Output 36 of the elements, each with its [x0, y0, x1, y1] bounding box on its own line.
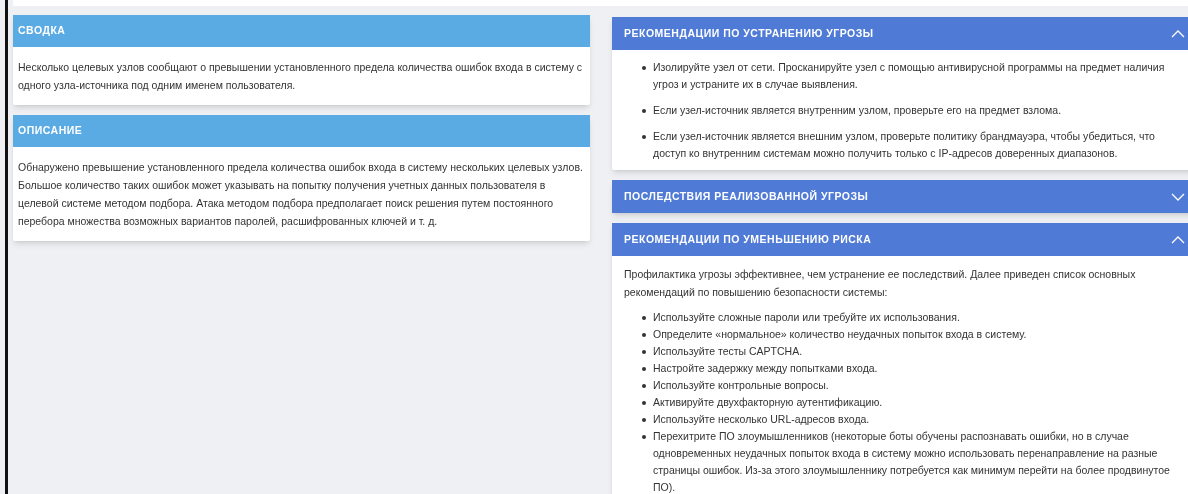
- bullet-icon: [642, 109, 646, 113]
- bullet-icon: [642, 384, 646, 388]
- bullet-text: Используйте тесты CAPTCHA.: [653, 344, 803, 359]
- panel-header: ОПИСАНИЕ: [13, 115, 590, 147]
- chevron-down-icon: [1171, 192, 1185, 201]
- bullet-text: Изолируйте узел от сети. Просканируйте узел с помощью антивирусной программы на предмет наличия угроз и устраните их в случае выявления.: [653, 60, 1166, 92]
- bullet-icon: [642, 350, 646, 354]
- section-title: РЕКОМЕНДАЦИИ ПО УМЕНЬШЕНИЮ РИСКА: [624, 231, 872, 247]
- section-title: РЕКОМЕНДАЦИИ ПО УСТРАНЕНИЮ УГРОЗЫ: [624, 25, 874, 41]
- bullet-text: Активируйте двухфакторную аутентификацию.: [653, 395, 883, 410]
- bullet-text: Настройте задержку между попытками входа.: [653, 361, 878, 376]
- bullet-icon: [642, 401, 646, 405]
- chevron-up-icon: [1171, 29, 1185, 38]
- chevron-up-icon: [1171, 235, 1185, 244]
- panel-text: Обнаружено превышение установленного предела количества ошибок входа в систему нескольких целевых узлов. Большое количество таких ошибок может указывать на попытку получения учетных данных пользователя в целевой системе методом подбора. Атака методом подбора предполагает поиск решения путем постоянного перебора множества возможных вариантов паролей, расшифрованных ключей и т. д.: [17, 160, 584, 229]
- bullet-icon: [642, 333, 646, 337]
- accordion-header[interactable]: ПОСЛЕДСТВИЯ РЕАЛИЗОВАННОЙ УГРОЗЫ: [612, 180, 1188, 213]
- bullet-icon: [642, 367, 646, 371]
- bullet-icon: [642, 66, 646, 70]
- bullet-text: Если узел-источник является внешним узлом, проверьте политику брандмауэра, чтобы убедиться, что доступ ко внутренним системам можно получить только с IP-адресов доверенных диапазонов.: [653, 129, 1156, 161]
- section-title: ПОСЛЕДСТВИЯ РЕАЛИЗОВАННОЙ УГРОЗЫ: [624, 188, 869, 204]
- bullet-text: Определите «нормальное» количество неудачных попыток входа в систему.: [653, 327, 1027, 342]
- bullet-text: Перехитрите ПО злоумышленников (некоторые боты обучены распознавать ошибки, но в случае одновременных неудачных попыток входа в систему можно использовать перенаправление на разные страницы ошибок. Из-за этого злоумышленнику потребуется как минимум перейти на более продвинутое ПО).: [653, 429, 1171, 494]
- bullet-icon: [642, 316, 646, 320]
- panel-text: Несколько целевых узлов сообщают о превышении установленного предела количества ошибок входа в систему с одного узла-источника под одним именем пользователя.: [17, 60, 584, 93]
- accordion-header[interactable]: РЕКОМЕНДАЦИИ ПО УМЕНЬШЕНИЮ РИСКА: [612, 223, 1188, 256]
- bullet-icon: [642, 418, 646, 422]
- bullet-text: Если узел-источник является внутренним узлом, проверьте его на предмет взлома.: [653, 103, 1062, 118]
- bullet-text: Используйте несколько URL-адресов входа.: [653, 412, 870, 427]
- bullet-icon: [642, 435, 646, 439]
- panel-header: СВОДКА: [13, 15, 590, 47]
- bullet-text: Используйте сложные пароли или требуйте их использования.: [653, 310, 960, 325]
- bullet-icon: [642, 135, 646, 139]
- bullet-text: Используйте контрольные вопросы.: [653, 378, 829, 393]
- intro-text: Профилактика угрозы эффективнее, чем устранение ее последствий. Далее приведен список основных рекомендаций по повышению безопасности системы:: [624, 267, 1137, 300]
- accordion-header[interactable]: РЕКОМЕНДАЦИИ ПО УСТРАНЕНИЮ УГРОЗЫ: [612, 17, 1188, 50]
